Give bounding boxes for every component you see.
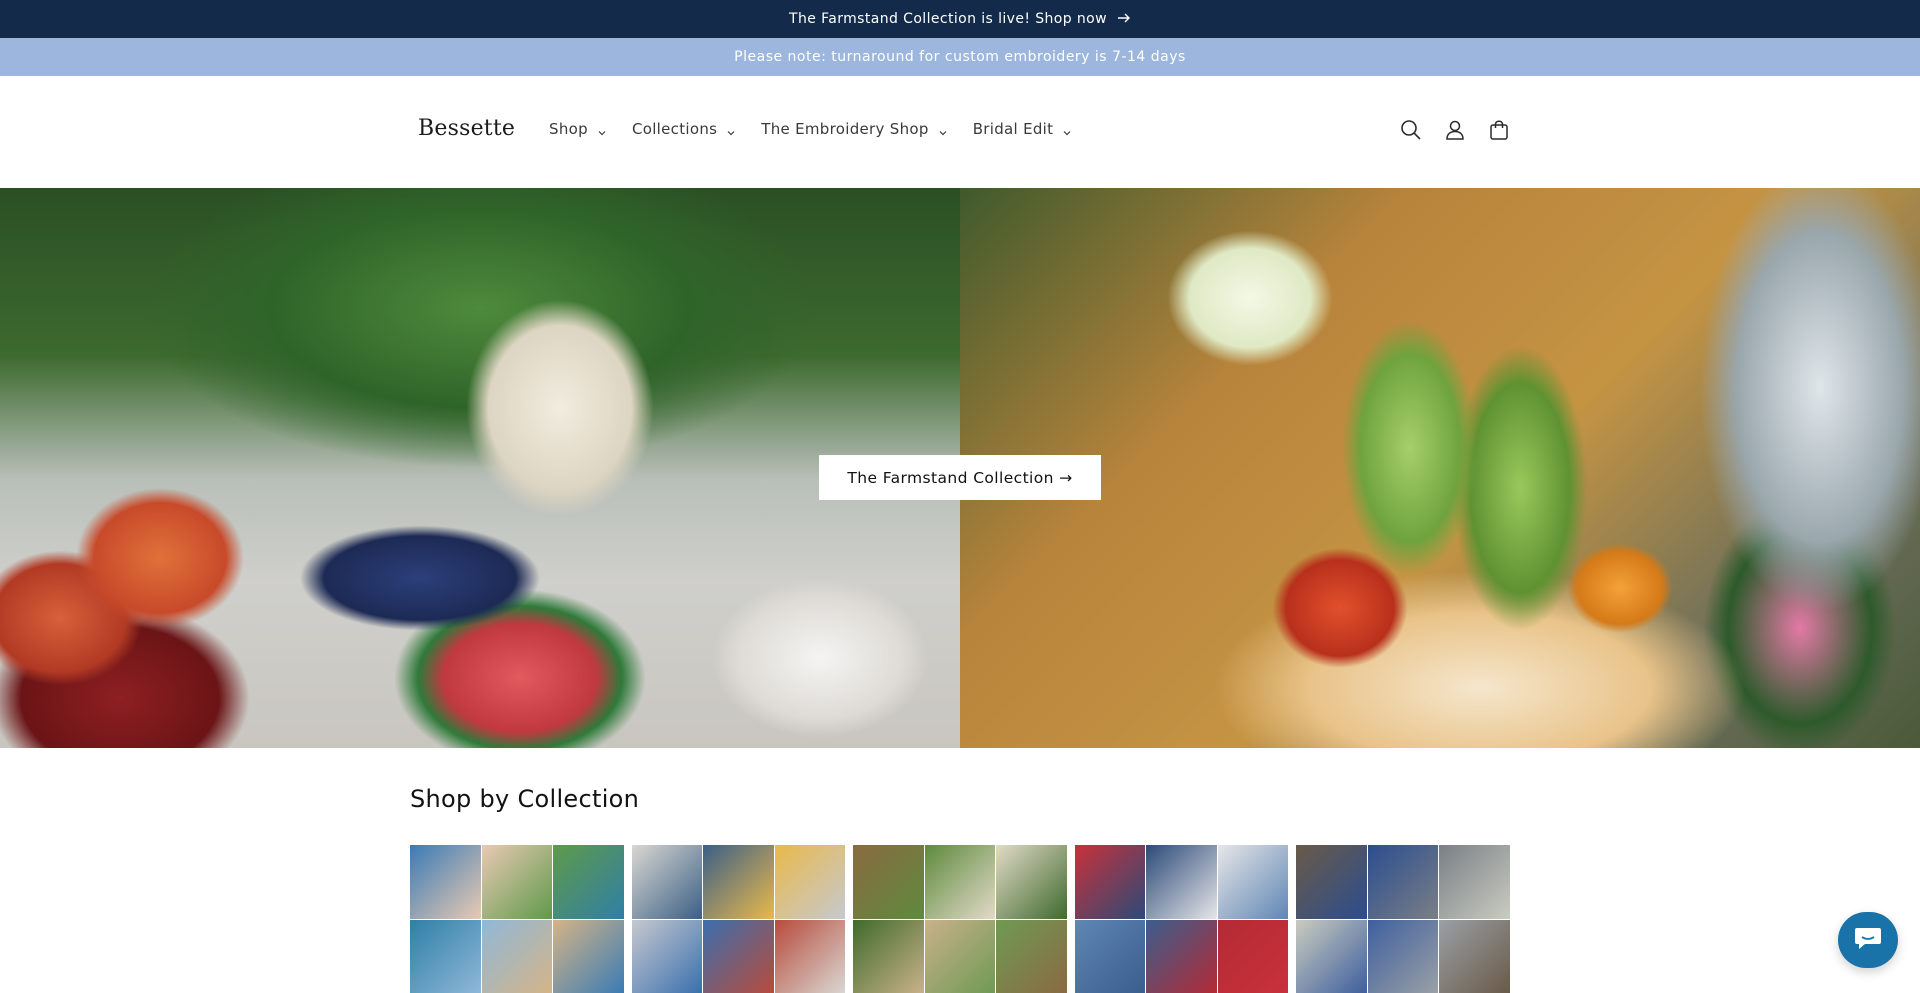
chat-button[interactable] xyxy=(1838,912,1898,968)
collection-tile-image xyxy=(924,845,996,919)
nav-item-bridal-edit[interactable]: Bridal Edit xyxy=(973,120,1073,138)
collection-tile-image xyxy=(481,845,553,919)
nav-item-collections[interactable]: Collections xyxy=(632,120,736,138)
collection-tile-image xyxy=(774,845,846,919)
chevron-down-icon xyxy=(597,124,607,136)
collection-tile-image xyxy=(410,919,481,993)
collection-tile-image xyxy=(1217,845,1289,919)
collection-tile-image xyxy=(853,919,924,993)
collection-card-3[interactable] xyxy=(853,845,1067,993)
site-logo[interactable]: Bessette xyxy=(418,116,515,141)
collection-card-2[interactable] xyxy=(631,845,846,993)
collection-tile-image xyxy=(631,919,703,993)
nav-item-label: Collections xyxy=(631,120,718,138)
hero-cta-button[interactable]: The Farmstand Collection → xyxy=(819,455,1101,500)
cart-icon[interactable] xyxy=(1486,117,1512,143)
chevron-down-icon xyxy=(938,124,948,136)
collection-tile-image xyxy=(1146,919,1217,993)
announcement-bar-secondary: Please note: turnaround for custom embro… xyxy=(0,38,1920,76)
collection-tile-image xyxy=(410,845,481,919)
chevron-down-icon xyxy=(726,124,736,136)
announcement-secondary-text: Please note: turnaround for custom embro… xyxy=(734,49,1186,65)
chevron-down-icon xyxy=(1062,124,1072,136)
collection-tile-image xyxy=(631,845,703,919)
collection-card-4[interactable] xyxy=(1074,845,1289,993)
collection-tile-image xyxy=(1146,845,1217,919)
collection-tile-image xyxy=(774,919,846,993)
announcement-bar-primary[interactable]: The Farmstand Collection is live! Shop n… xyxy=(0,0,1920,38)
collection-tile-image xyxy=(1367,845,1439,919)
collection-tile-image xyxy=(1439,919,1510,993)
collection-tile-image xyxy=(1217,919,1289,993)
collection-tile-image xyxy=(1439,845,1510,919)
collection-tile-image xyxy=(924,919,996,993)
collection-tile-image xyxy=(553,919,624,993)
collection-tile-image xyxy=(1296,845,1367,919)
collection-tile-image xyxy=(481,919,553,993)
collections-row xyxy=(410,845,1510,993)
collection-tile-image xyxy=(996,845,1067,919)
collection-card-5[interactable] xyxy=(1296,845,1510,993)
chat-icon xyxy=(1853,924,1883,956)
nav-item-embroidery-shop[interactable]: The Embroidery Shop xyxy=(761,120,947,138)
nav-item-label: Shop xyxy=(549,120,588,138)
collection-tile-image xyxy=(853,845,924,919)
hero-image-left xyxy=(0,188,960,748)
arrow-right-icon xyxy=(1117,10,1131,28)
hero-image-right xyxy=(960,188,1920,748)
site-header: Bessette Shop Collections The Embroidery… xyxy=(0,76,1920,188)
section-title: Shop by Collection xyxy=(410,785,640,813)
nav-item-shop[interactable]: Shop xyxy=(549,120,607,138)
collection-tile-image xyxy=(1074,919,1146,993)
collection-card-1[interactable] xyxy=(410,845,624,993)
collection-tile-image xyxy=(1296,919,1367,993)
announcement-primary-text[interactable]: The Farmstand Collection is live! Shop n… xyxy=(789,11,1107,27)
collection-tile-image xyxy=(1367,919,1439,993)
collection-tile-image xyxy=(996,919,1067,993)
collection-tile-image xyxy=(553,845,624,919)
search-icon[interactable] xyxy=(1398,117,1424,143)
collection-tile-image xyxy=(703,919,774,993)
collection-tile-image xyxy=(1074,845,1146,919)
collection-tile-image xyxy=(703,845,774,919)
nav-item-label: The Embroidery Shop xyxy=(761,120,929,138)
account-icon[interactable] xyxy=(1442,117,1468,143)
nav-item-label: Bridal Edit xyxy=(972,120,1054,138)
main-nav: Shop Collections The Embroidery Shop Bri… xyxy=(549,120,1097,138)
header-icons xyxy=(1398,117,1530,143)
